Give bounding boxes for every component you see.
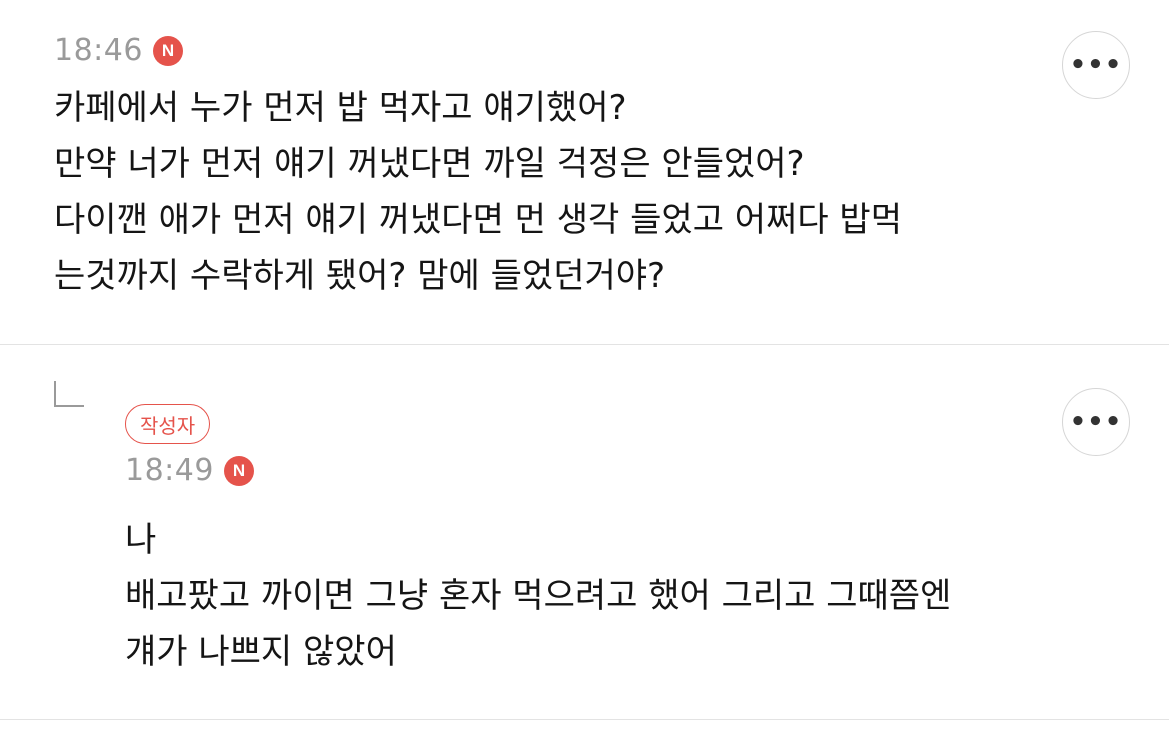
comment-meta: 18:49 N [125, 456, 254, 486]
comment-line: 만약 너가 먼저 얘기 꺼냈다면 까일 걱정은 안들었어? [54, 144, 805, 184]
divider [0, 344, 1169, 345]
reply-comment-item: 작성자 18:49 N ••• 나 배고팠고 까이면 그냥 혼자 먹으려고 했어… [0, 346, 1169, 719]
comment-line: 카페에서 누가 먼저 밥 먹자고 얘기했어? [54, 88, 627, 128]
comment-body: 나 배고팠고 까이면 그냥 혼자 먹으려고 했어 그리고 그때쯤엔 걔가 나쁘지… [125, 512, 951, 680]
comment-time: 18:49 [125, 453, 214, 488]
more-options-button[interactable]: ••• [1062, 31, 1130, 99]
comment-line: 배고팠고 까이면 그냥 혼자 먹으려고 했어 그리고 그때쯤엔 [125, 576, 952, 616]
comment-meta: 18:46 N [54, 36, 183, 66]
comment-body: 카페에서 누가 먼저 밥 먹자고 얘기했어? 만약 너가 먼저 얘기 꺼냈다면 … [54, 80, 902, 304]
new-badge: N [223, 456, 254, 486]
comment-line: 걔가 나쁘지 않았어 [125, 632, 397, 672]
comment-item: 18:46 N ••• 카페에서 누가 먼저 밥 먹자고 얘기했어? 만약 너가… [0, 0, 1169, 344]
more-horizontal-icon: ••• [1069, 50, 1123, 80]
more-options-button[interactable]: ••• [1062, 388, 1130, 456]
comment-line: 다이깬 애가 먼저 얘기 꺼냈다면 먼 생각 들었고 어쩌다 밥먹 [54, 200, 902, 240]
reply-arrow-icon [54, 381, 84, 407]
new-badge: N [152, 36, 183, 66]
comment-time: 18:46 [54, 33, 143, 68]
more-horizontal-icon: ••• [1069, 407, 1123, 437]
author-badge: 작성자 [125, 404, 211, 444]
divider [0, 719, 1169, 720]
comment-line: 는것까지 수락하게 됐어? 맘에 들었던거야? [54, 256, 666, 296]
comment-line: 나 [125, 520, 157, 560]
